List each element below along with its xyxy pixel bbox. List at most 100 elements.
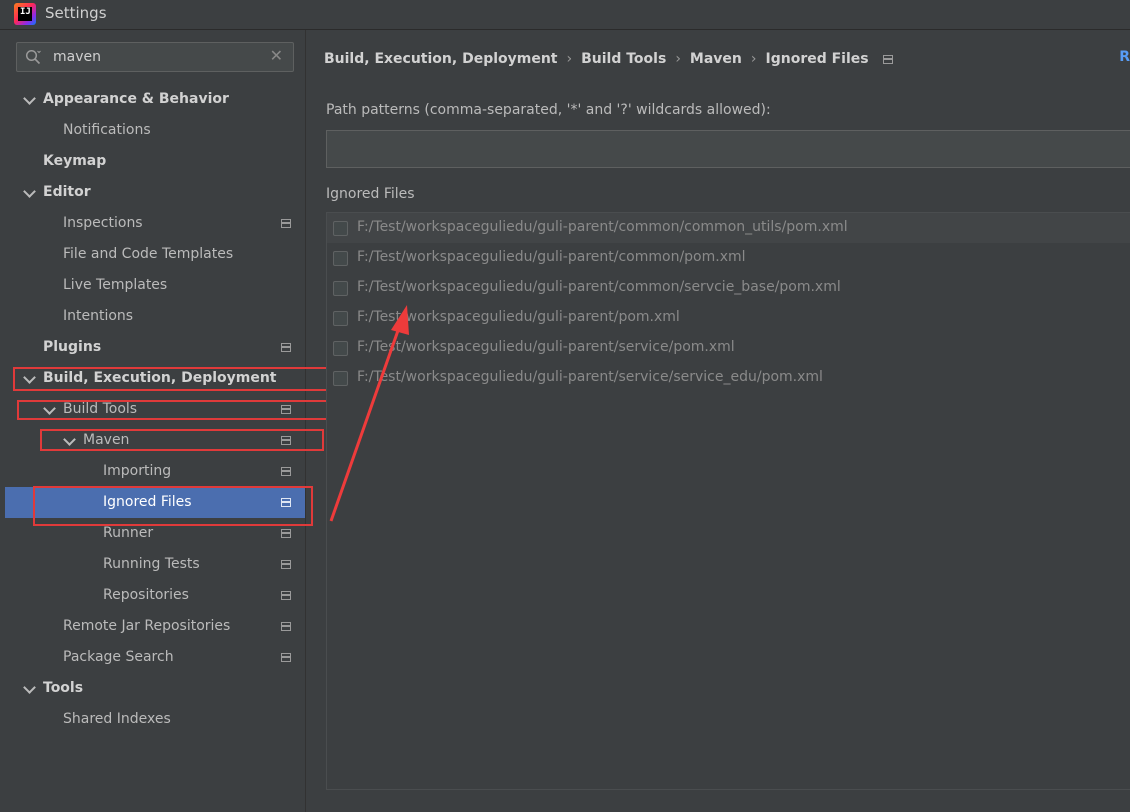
checkbox[interactable] [333,281,348,296]
chevron-right-icon: › [750,51,757,67]
tree-item-label: Remote Jar Repositories [63,618,231,634]
checkbox[interactable] [333,251,348,266]
intellij-idea-icon: IJ [14,3,36,25]
tree-item-label: Build, Execution, Deployment [43,370,277,386]
breadcrumb-item: Maven [689,51,742,67]
project-settings-icon [281,467,291,476]
tree-item-label: Inspections [63,215,143,231]
project-settings-icon [281,405,291,414]
search-box[interactable]: ✕ [16,42,294,72]
list-item[interactable]: F:/Test/workspaceguliedu/guli-parent/com… [327,213,1130,243]
tree-item-label: Appearance & Behavior [43,91,229,107]
checkbox[interactable] [333,311,348,326]
tree-item-label: Live Templates [63,277,168,293]
tree-item-label: Ignored Files [103,494,192,510]
project-settings-icon [281,498,291,507]
project-settings-icon [882,54,893,64]
tree-item-label: Keymap [43,153,107,169]
checkbox[interactable] [333,371,348,386]
tree-item[interactable]: Importing [5,456,305,487]
tree-item[interactable]: Intentions [5,301,305,332]
search-input[interactable] [53,47,253,67]
tree-item[interactable]: Running Tests [5,549,305,580]
tree-item[interactable]: Maven [5,425,305,456]
tree-item[interactable]: File and Code Templates [5,239,305,270]
tree-item[interactable]: Notifications [5,115,305,146]
tree-item-label: Importing [103,463,172,479]
list-item[interactable]: F:/Test/workspaceguliedu/guli-parent/com… [327,273,1130,303]
checkbox[interactable] [333,221,348,236]
search-icon [25,49,41,65]
breadcrumb-item: Build Tools [581,51,667,67]
chevron-down-icon[interactable] [43,402,56,415]
project-settings-icon [281,560,291,569]
tree-item-label: Intentions [63,308,134,324]
tree-item[interactable]: Keymap [5,146,305,177]
chevron-right-icon: › [675,51,681,67]
tree-item[interactable]: Build, Execution, Deployment [5,363,305,394]
project-settings-icon [281,343,291,352]
project-settings-icon [281,591,291,600]
tree-item-label: Plugins [43,339,102,355]
project-settings-icon [281,529,291,538]
tree-item[interactable]: Package Search [5,642,305,673]
title-bar: IJ Settings [0,0,1130,30]
project-settings-icon [281,653,291,662]
tree-item[interactable]: Appearance & Behavior [5,84,305,115]
tree-item-label: Shared Indexes [63,711,171,727]
chevron-down-icon[interactable] [23,681,36,694]
chevron-right-icon: › [566,51,573,67]
checkbox[interactable] [333,341,348,356]
file-path: F:/Test/workspaceguliedu/guli-parent/com… [357,249,746,265]
ignored-files-label: Ignored Files [326,186,415,202]
list-item[interactable]: F:/Test/workspaceguliedu/guli-parent/com… [327,243,1130,273]
tree-item-label: Build Tools [63,401,138,417]
file-path: F:/Test/workspaceguliedu/guli-parent/com… [357,279,841,295]
tree-item[interactable]: Shared Indexes [5,704,305,735]
tree-item[interactable]: Build Tools [5,394,305,425]
chevron-down-icon[interactable] [63,433,76,446]
tree-item-label: Editor [43,184,91,200]
tree-item[interactable]: Inspections [5,208,305,239]
tree-item-label: Runner [103,525,154,541]
file-path: F:/Test/workspaceguliedu/guli-parent/ser… [357,339,735,355]
tree-item[interactable]: Live Templates [5,270,305,301]
chevron-down-icon[interactable] [23,185,36,198]
project-settings-icon [281,219,291,228]
tree-item-label: Running Tests [103,556,200,572]
tree-item-label: Maven [83,432,130,448]
breadcrumb: Build, Execution, Deployment › Build Too… [324,48,893,70]
file-path: F:/Test/workspaceguliedu/guli-parent/ser… [357,369,823,385]
tree-item-label: Notifications [63,122,151,138]
chevron-down-icon[interactable] [23,371,36,384]
tree-item-label: Package Search [63,649,174,665]
tree-item[interactable]: Repositories [5,580,305,611]
list-item[interactable]: F:/Test/workspaceguliedu/guli-parent/ser… [327,363,1130,393]
close-icon[interactable]: ✕ [270,46,283,65]
ignored-files-list[interactable]: F:/Test/workspaceguliedu/guli-parent/com… [326,212,1130,790]
tree-item-label: File and Code Templates [63,246,234,262]
project-settings-icon [281,622,291,631]
tree-item[interactable]: Remote Jar Repositories [5,611,305,642]
file-path: F:/Test/workspaceguliedu/guli-parent/com… [357,219,848,235]
settings-sidebar: ✕ Appearance & Behavior Notifications Keym… [5,30,305,812]
list-item[interactable]: F:/Test/workspaceguliedu/guli-parent/pom… [327,303,1130,333]
tree-item[interactable]: Runner [5,518,305,549]
tree-item-label: Tools [43,680,84,696]
reset-link[interactable]: R [1119,49,1130,65]
tree-item[interactable]: Ignored Files [5,487,305,518]
tree-item[interactable]: Editor [5,177,305,208]
tree-item[interactable]: Tools [5,673,305,704]
breadcrumb-item: Build, Execution, Deployment [324,51,558,67]
list-item[interactable]: F:/Test/workspaceguliedu/guli-parent/ser… [327,333,1130,363]
tree-item[interactable]: Plugins [5,332,305,363]
breadcrumb-item: Ignored Files [765,51,869,67]
path-patterns-input[interactable] [326,130,1130,168]
tree-item-label: Repositories [103,587,189,603]
chevron-down-icon[interactable] [23,92,36,105]
path-patterns-label: Path patterns (comma-separated, '*' and … [326,102,771,118]
file-path: F:/Test/workspaceguliedu/guli-parent/pom… [357,309,680,325]
project-settings-icon [281,436,291,445]
window-title: Settings [45,4,107,22]
settings-content: Build, Execution, Deployment › Build Too… [306,30,1130,812]
